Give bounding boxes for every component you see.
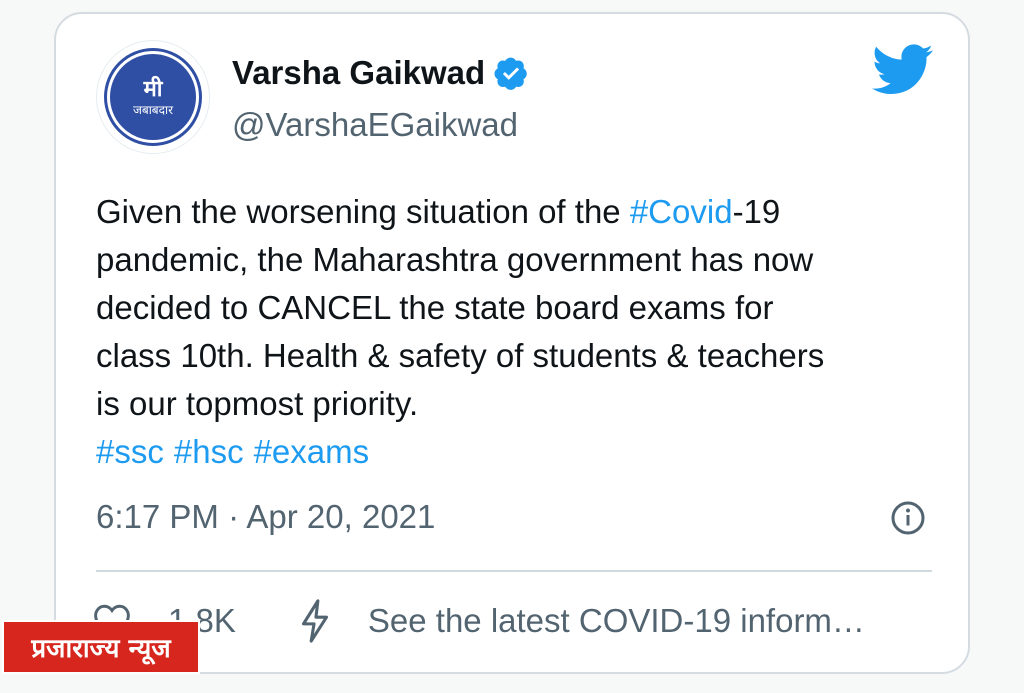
avatar[interactable]: मी जबाबदार (96, 40, 210, 154)
tweet-text-part1: Given the worsening situation of the (96, 193, 630, 230)
hashtag-covid[interactable]: #Covid (630, 193, 733, 230)
divider (96, 570, 932, 572)
hashtag-hsc[interactable]: #hsc (174, 433, 244, 470)
avatar-logo: मी जबाबदार (107, 51, 199, 143)
tweet-card: मी जबाबदार Varsha Gaikwad @VarshaEGaikwa… (54, 12, 970, 674)
avatar-logo-line1: मी (143, 76, 163, 101)
hashtag-row: #ssc #hsc #exams (96, 428, 379, 476)
action-bar: 1.8K See the latest COVID-19 inform… (92, 596, 865, 646)
verified-badge-icon (494, 57, 527, 90)
info-icon[interactable] (890, 500, 926, 536)
author-name-row[interactable]: Varsha Gaikwad (232, 54, 529, 92)
hashtag-ssc[interactable]: #ssc (96, 433, 164, 470)
covid-info-link[interactable]: See the latest COVID-19 inform… (368, 602, 865, 640)
tweet-timestamp[interactable]: 6:17 PM · Apr 20, 2021 (96, 498, 435, 536)
hashtag-exams[interactable]: #exams (254, 433, 370, 470)
lightning-icon (301, 599, 328, 643)
twitter-bird-icon[interactable] (872, 44, 934, 96)
watermark-logo: प्रजाराज्य न्यूज (2, 620, 200, 674)
author-handle[interactable]: @VarshaEGaikwad (232, 106, 518, 144)
tweet-text: Given the worsening situation of the #Co… (96, 188, 946, 428)
watermark-text: प्रजाराज्य न्यूज (31, 634, 171, 664)
author-display-name[interactable]: Varsha Gaikwad (232, 54, 485, 92)
avatar-logo-line2: जबाबदार (132, 103, 174, 117)
